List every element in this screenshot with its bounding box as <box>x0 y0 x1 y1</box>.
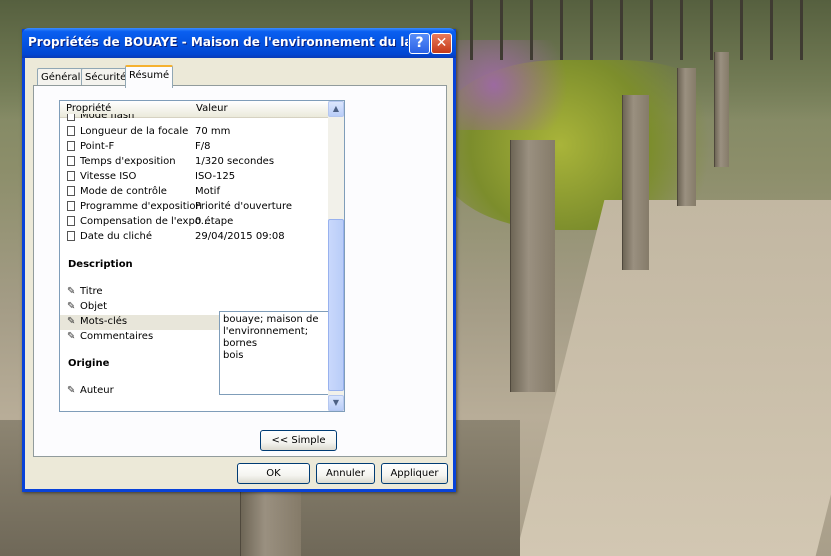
list-item[interactable]: Point-F F/8 <box>60 140 330 155</box>
list-item[interactable]: Compensation de l'expo... 0 étape <box>60 215 330 230</box>
fence-slat <box>650 0 653 60</box>
list-item[interactable]: Mode de contrôle Motif <box>60 185 330 200</box>
property-name: Vitesse ISO <box>80 171 137 182</box>
document-icon <box>67 171 75 181</box>
properties-list[interactable]: Propriété Valeur Mode flash Longueur de … <box>59 100 345 412</box>
dialog-titlebar[interactable]: Propriétés de BOUAYE - Maison de l'envir… <box>22 28 456 58</box>
column-header-property[interactable]: Propriété <box>66 103 111 114</box>
document-icon <box>67 231 75 241</box>
apply-button[interactable]: Appliquer <box>381 463 448 484</box>
scrollbar-thumb[interactable] <box>328 219 344 391</box>
fence-slat <box>590 0 593 60</box>
scroll-down-icon[interactable]: ▼ <box>328 395 344 411</box>
property-value: Priorité d'ouverture <box>195 201 293 212</box>
property-value: F/8 <box>195 141 211 152</box>
fence-slat <box>800 0 803 60</box>
property-name: Objet <box>80 301 108 312</box>
keywords-edit-field[interactable]: bouaye; maison de l'environnement; borne… <box>219 311 344 395</box>
list-item[interactable]: Mode flash <box>60 114 330 124</box>
edit-pencil-icon: ✎ <box>67 286 76 297</box>
property-name: Commentaires <box>80 331 154 342</box>
document-icon <box>67 114 75 121</box>
keywords-text: bouaye; maison de l'environnement; borne… <box>223 314 319 361</box>
property-value: 0 étape <box>195 216 234 227</box>
property-value: 70 mm <box>195 126 231 137</box>
fence-slat <box>680 0 683 60</box>
help-button[interactable]: ? <box>409 33 430 54</box>
document-icon <box>67 201 75 211</box>
dialog-title: Propriétés de BOUAYE - Maison de l'envir… <box>28 35 408 49</box>
property-value: 1/320 secondes <box>195 156 275 167</box>
fence-slat <box>620 0 623 60</box>
document-icon <box>67 186 75 196</box>
property-value: Motif <box>195 186 220 197</box>
edit-pencil-icon: ✎ <box>67 316 76 327</box>
property-name: Temps d'exposition <box>80 156 176 167</box>
list-item[interactable]: ✎ Titre <box>60 285 330 300</box>
tab-securite[interactable]: Sécurité <box>81 68 131 86</box>
edit-pencil-icon: ✎ <box>67 385 76 396</box>
ok-button[interactable]: OK <box>237 463 310 484</box>
property-name: Mots-clés <box>80 316 128 327</box>
property-value: 29/04/2015 09:08 <box>195 231 285 242</box>
list-item[interactable]: Longueur de la focale 70 mm <box>60 125 330 140</box>
wooden-post <box>240 490 301 556</box>
document-icon <box>67 156 75 166</box>
properties-dialog: Propriétés de BOUAYE - Maison de l'envir… <box>22 28 456 492</box>
tab-general[interactable]: Général <box>37 68 85 86</box>
document-icon <box>67 126 75 136</box>
property-name: Mode de contrôle <box>80 186 167 197</box>
property-name: Programme d'exposition <box>80 201 202 212</box>
cancel-button[interactable]: Annuler <box>316 463 375 484</box>
gravel-path <box>515 200 831 556</box>
section-header-origine: Origine <box>68 358 110 369</box>
tab-resume[interactable]: Résumé <box>125 65 174 88</box>
fence-slat <box>710 0 713 60</box>
fence-slat <box>740 0 743 60</box>
fence-slat <box>530 0 533 60</box>
wooden-post <box>714 52 729 167</box>
scroll-up-icon[interactable]: ▲ <box>328 101 344 117</box>
property-name: Compensation de l'expo... <box>80 216 211 227</box>
property-value: ISO-125 <box>195 171 236 182</box>
list-item[interactable]: Temps d'exposition 1/320 secondes <box>60 155 330 170</box>
wooden-post <box>677 68 696 206</box>
section-header-description: Description <box>68 259 133 270</box>
list-vertical-scrollbar[interactable]: ▲ ▼ <box>328 101 344 411</box>
edit-pencil-icon: ✎ <box>67 331 76 342</box>
wooden-post <box>622 95 649 270</box>
property-name: Longueur de la focale <box>80 126 189 137</box>
column-header-value[interactable]: Valeur <box>196 103 228 114</box>
document-icon <box>67 216 75 226</box>
list-item[interactable]: Vitesse ISO ISO-125 <box>60 170 330 185</box>
fence-slat <box>770 0 773 60</box>
property-name: Auteur <box>80 385 114 396</box>
wooden-post <box>510 140 555 392</box>
fence-slat <box>500 0 503 60</box>
simple-view-button[interactable]: << Simple <box>260 430 337 451</box>
tab-panel-resume: Propriété Valeur Mode flash Longueur de … <box>33 85 447 457</box>
list-item[interactable]: Programme d'exposition Priorité d'ouvert… <box>60 200 330 215</box>
edit-pencil-icon: ✎ <box>67 301 76 312</box>
property-name: Titre <box>80 286 103 297</box>
close-button[interactable]: ✕ <box>431 33 452 54</box>
document-icon <box>67 141 75 151</box>
fence-slat <box>560 0 563 60</box>
property-name: Point-F <box>80 141 115 152</box>
property-name: Mode flash <box>80 114 135 121</box>
property-name: Date du cliché <box>80 231 152 242</box>
fence-slat <box>470 0 473 60</box>
list-item[interactable]: Date du cliché 29/04/2015 09:08 <box>60 230 330 245</box>
